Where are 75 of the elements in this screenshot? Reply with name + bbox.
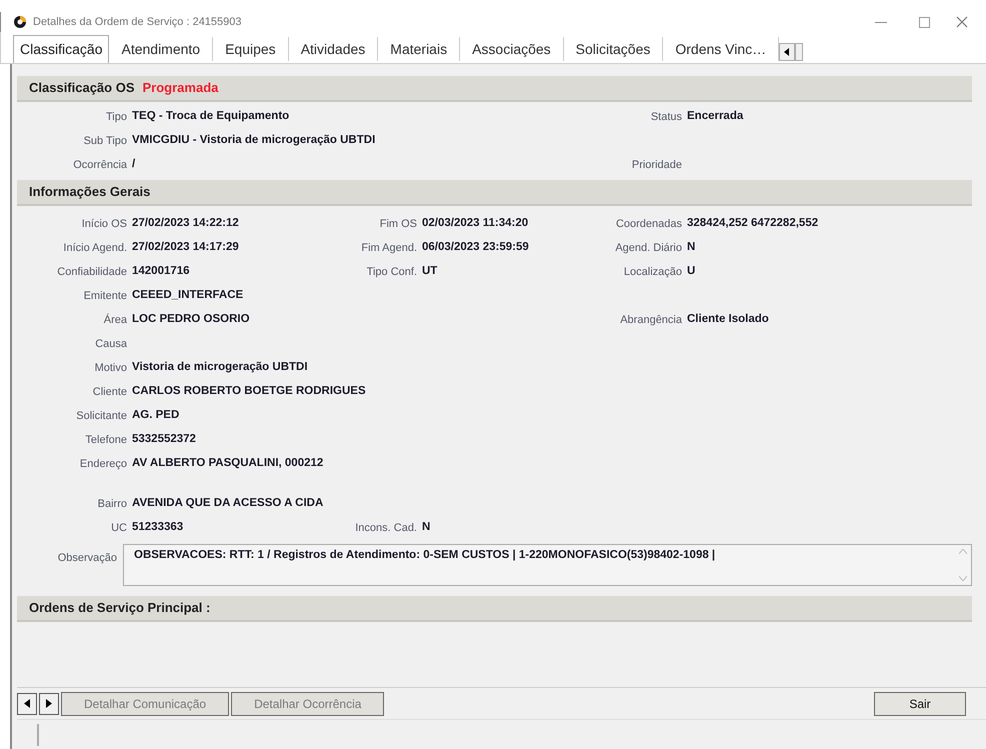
field-label: Causa — [94, 336, 127, 352]
right-triangle-icon — [46, 699, 52, 708]
field-label: Início OS — [80, 216, 127, 232]
field-value: N — [687, 240, 696, 256]
observation-textarea[interactable]: OBSERVACOES: RTT: 1 / Registros de Atendimento: 0-SEM CUSTOS | 1-220MONOFASICO(53)98402-1098 | — [123, 544, 972, 586]
field-value: UT — [422, 264, 438, 280]
tab[interactable]: Materiais — [378, 37, 460, 61]
field-label: Agend. Diário — [614, 240, 682, 256]
field-value: 142001716 — [132, 264, 190, 280]
observation-text: OBSERVACOES: RTT: 1 / Registros de Atendimento: 0-SEM CUSTOS | 1-220MONOFASICO(53)98402-1098 | — [133, 548, 716, 563]
field-value: N — [422, 520, 430, 536]
tab[interactable]: Classificação — [13, 35, 110, 63]
field-label: Bairro — [96, 496, 127, 512]
field-value: Vistoria de microgeração UBTDI — [132, 360, 308, 376]
field-label: Ocorrência — [72, 158, 127, 173]
left-triangle-icon — [24, 699, 30, 708]
field-label: Tipo Conf. — [366, 264, 417, 280]
field-label: Tipo — [105, 110, 127, 125]
field-value: CEEED_INTERFACE — [132, 288, 244, 304]
field-value: VMICGDIU - Vistoria de microgeração UBTDI — [132, 133, 376, 148]
field-label: Fim Agend. — [360, 240, 417, 256]
field-label: Motivo — [94, 360, 127, 376]
field-value: 27/02/2023 14:17:29 — [132, 240, 239, 256]
close-icon[interactable] — [956, 16, 968, 28]
field-label: Observação — [56, 551, 117, 566]
field-label: Endereço — [78, 456, 127, 472]
field-label: Sub Tipo — [82, 134, 127, 149]
section-title: Informações Gerais — [29, 183, 150, 202]
window-title: Detalhes da Ordem de Serviço : 24155903 — [33, 14, 242, 30]
tab[interactable]: Associações — [460, 37, 564, 61]
field-value: 328424,252 6472282,552 — [687, 216, 818, 232]
field-value: AG. PED — [132, 408, 180, 424]
field-label: Localização — [622, 264, 682, 280]
next-button[interactable] — [39, 692, 59, 714]
field-value: 5332552372 — [132, 432, 196, 448]
field-value: 51233363 — [132, 520, 184, 536]
field-value: AV ALBERTO PASQUALINI, 000212 — [132, 456, 324, 472]
previous-button[interactable] — [17, 692, 37, 714]
field-label: Abrangência — [619, 312, 682, 328]
field-label: UC — [110, 520, 127, 536]
field-value: U — [687, 264, 696, 280]
exit-button[interactable]: Sair — [874, 692, 966, 716]
field-label: Incons. Cad. — [354, 520, 417, 536]
field-label: Emitente — [82, 288, 127, 304]
tab[interactable]: Atividades — [288, 37, 378, 61]
tab-scroll-left-button[interactable] — [779, 43, 796, 61]
maximize-icon[interactable] — [919, 16, 930, 28]
field-value: 27/02/2023 14:22:12 — [132, 216, 239, 232]
field-label: Coordenadas — [614, 216, 682, 232]
field-label: Fim OS — [378, 216, 417, 232]
tab[interactable]: Equipes — [213, 37, 289, 61]
status-text: Programada — [142, 79, 218, 98]
section-title: Classificação OS — [29, 79, 134, 98]
tab[interactable]: Solicitações — [564, 37, 664, 61]
field-value: Encerrada — [687, 109, 744, 124]
field-label: Confiabilidade — [56, 264, 127, 280]
field-value: LOC PEDRO OSORIO — [132, 312, 250, 328]
field-value: 06/03/2023 23:59:59 — [422, 240, 529, 256]
field-label: Área — [102, 312, 127, 328]
left-triangle-icon — [784, 48, 790, 56]
field-value: AVENIDA QUE DA ACESSO A CIDA — [132, 496, 324, 512]
app-logo-icon — [13, 15, 27, 29]
field-label: Telefone — [84, 432, 127, 448]
section-title: Ordens de Serviço Principal : — [29, 599, 210, 618]
tab[interactable]: Atendimento — [109, 37, 214, 61]
field-value: CARLOS ROBERTO BOETGE RODRIGUES — [132, 384, 366, 400]
field-value: TEQ - Troca de Equipamento — [132, 109, 290, 124]
field-label: Solicitante — [75, 408, 127, 424]
field-label: Prioridade — [630, 158, 682, 173]
field-label: Início Agend. — [62, 240, 127, 256]
field-label: Status — [650, 110, 682, 125]
field-value: Cliente Isolado — [687, 312, 769, 328]
field-label: Cliente — [92, 384, 127, 400]
field-value: / — [132, 157, 136, 172]
field-value: 02/03/2023 11:34:20 — [422, 216, 528, 232]
